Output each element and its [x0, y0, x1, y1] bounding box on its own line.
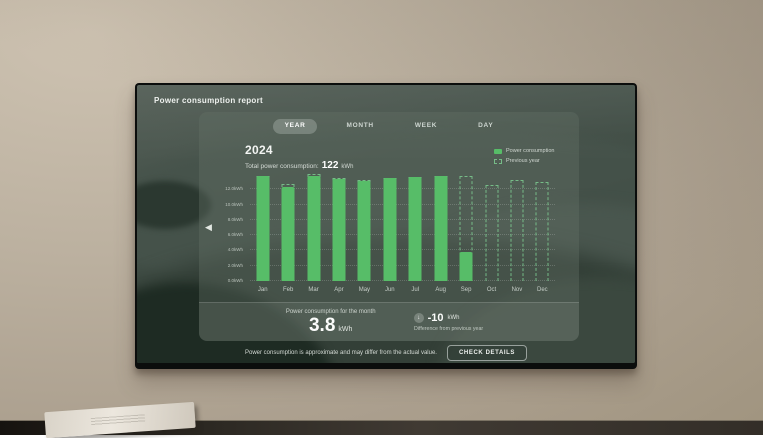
- tab-bar: YEAR MONTH WEEK DAY: [199, 119, 579, 134]
- decrease-icon: ↓: [414, 313, 424, 323]
- x-tick-label: Nov: [504, 287, 529, 293]
- prev-period-button[interactable]: ◀: [205, 223, 212, 232]
- x-tick-label: Aug: [428, 287, 453, 293]
- page-title: Power consumption report: [154, 96, 263, 105]
- x-tick-label: Jul: [403, 287, 428, 293]
- consumption-bar: [383, 178, 396, 281]
- legend-item: Previous year: [494, 158, 559, 164]
- tab-day[interactable]: DAY: [466, 119, 505, 134]
- y-tick-label: 0.0kWh: [210, 279, 243, 284]
- previous-year-bar: [510, 180, 523, 281]
- x-tick-label: Dec: [530, 287, 555, 293]
- month-stat-value: 3.8: [309, 316, 335, 335]
- y-tick-label: 8.0kWh: [210, 218, 243, 223]
- chart-plot: JanFebMarAprMayJunJulAugSepOctNovDec: [250, 171, 555, 281]
- disclaimer-text: Power consumption is approximate and may…: [245, 350, 437, 356]
- month-column-feb: Feb: [275, 171, 300, 281]
- x-tick-label: Feb: [275, 287, 300, 293]
- check-details-button[interactable]: CHECK DETAILS: [447, 345, 527, 361]
- legend-label: Previous year: [506, 158, 540, 164]
- x-tick-label: Oct: [479, 287, 504, 293]
- chart-columns: JanFebMarAprMayJunJulAugSepOctNovDec: [250, 171, 555, 281]
- stats-section: Power consumption for the month 3.8 kWh …: [199, 302, 579, 341]
- consumption-bar: [409, 177, 422, 281]
- consumption-bar: [256, 176, 269, 281]
- legend-label: Power consumption: [506, 148, 554, 154]
- screen-footer: Power consumption is approximate and may…: [137, 345, 635, 361]
- y-tick-label: 10.0kWh: [210, 202, 243, 207]
- y-tick-label: 4.0kWh: [210, 248, 243, 253]
- x-tick-label: May: [352, 287, 377, 293]
- month-column-sep: Sep: [453, 171, 478, 281]
- previous-year-bar: [536, 182, 549, 281]
- tab-month[interactable]: MONTH: [334, 119, 385, 134]
- month-column-jul: Jul: [403, 171, 428, 281]
- month-column-jan: Jan: [250, 171, 275, 281]
- tab-year[interactable]: YEAR: [273, 119, 318, 134]
- year-heading: 2024: [245, 143, 273, 157]
- month-column-aug: Aug: [428, 171, 453, 281]
- month-column-mar: Mar: [301, 171, 326, 281]
- y-tick-label: 2.0kWh: [210, 263, 243, 268]
- total-label: Total power consumption:: [245, 163, 319, 170]
- month-column-nov: Nov: [504, 171, 529, 281]
- month-column-dec: Dec: [530, 171, 555, 281]
- consumption-bar: [358, 181, 371, 281]
- chart-legend: Power consumption Previous year: [494, 148, 559, 164]
- x-tick-label: Sep: [453, 287, 478, 293]
- consumption-bar: [460, 252, 473, 281]
- month-stat-unit: kWh: [338, 326, 352, 333]
- month-column-jun: Jun: [377, 171, 402, 281]
- legend-item: Power consumption: [494, 148, 559, 154]
- book-print: [91, 414, 145, 426]
- month-column-may: May: [352, 171, 377, 281]
- previous-year-bar: [485, 185, 498, 281]
- report-panel: YEAR MONTH WEEK DAY 2024 Total power consum…: [199, 112, 579, 341]
- consumption-bar: [282, 187, 295, 281]
- difference-stat: ↓ -10 kWh Difference from previous year: [414, 313, 493, 332]
- difference-label: Difference from previous year: [414, 326, 483, 331]
- consumption-bar: [434, 176, 447, 281]
- month-column-oct: Oct: [479, 171, 504, 281]
- difference-value: -10: [428, 313, 444, 324]
- legend-swatch-dashed: [494, 159, 502, 164]
- x-tick-label: Apr: [326, 287, 351, 293]
- difference-unit: kWh: [447, 315, 459, 321]
- consumption-bar: [307, 176, 320, 281]
- y-tick-label: 6.0kWh: [210, 233, 243, 238]
- tab-week[interactable]: WEEK: [403, 119, 449, 134]
- x-tick-label: Mar: [301, 287, 326, 293]
- y-tick-label: 12.0kWh: [210, 187, 243, 192]
- total-consumption: Total power consumption: 122 kWh: [245, 160, 353, 171]
- month-column-apr: Apr: [326, 171, 351, 281]
- month-consumption-stat: Power consumption for the month 3.8 kWh: [286, 309, 376, 335]
- tv-frame: Power consumption report YEAR MONTH WEEK DA…: [135, 83, 637, 369]
- x-tick-label: Jun: [377, 287, 402, 293]
- x-tick-label: Jan: [250, 287, 275, 293]
- consumption-bar: [332, 179, 345, 281]
- legend-swatch-filled: [494, 149, 502, 154]
- tv-screen: Power consumption report YEAR MONTH WEEK DA…: [137, 85, 635, 363]
- total-unit: kWh: [341, 164, 353, 170]
- total-value: 122: [322, 160, 339, 171]
